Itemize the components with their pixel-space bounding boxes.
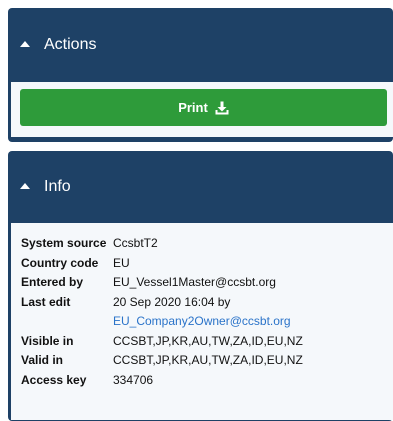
system-source-label: System source xyxy=(21,236,107,250)
caret-up-icon[interactable] xyxy=(20,41,30,47)
info-panel: Info System source CcsbtT2 Country code … xyxy=(8,151,393,421)
info-panel-body: System source CcsbtT2 Country code EU En… xyxy=(11,223,393,420)
info-row-access-key: Access key 334706 xyxy=(21,371,303,391)
caret-up-icon[interactable] xyxy=(20,183,30,189)
visible-in-label: Visible in xyxy=(21,333,74,348)
visible-in-value: CCSBT,JP,KR,AU,TW,ZA,ID,EU,NZ xyxy=(113,333,303,348)
country-code-label: Country code xyxy=(21,255,99,270)
page: Actions Print Info System source CcsbtT2… xyxy=(0,0,393,421)
print-button-label: Print xyxy=(178,100,208,115)
entered-by-label: Entered by xyxy=(21,275,84,289)
download-icon xyxy=(215,101,229,114)
info-row-last-edit-user: EU_Company2Owner@ccsbt.org xyxy=(21,312,303,332)
last-edit-user-link[interactable]: EU_Company2Owner@ccsbt.org xyxy=(113,314,291,328)
info-row-visible-in: Visible in CCSBT,JP,KR,AU,TW,ZA,ID,EU,NZ xyxy=(21,332,303,352)
valid-in-value: CCSBT,JP,KR,AU,TW,ZA,ID,EU,NZ xyxy=(113,353,303,367)
access-key-label: Access key xyxy=(21,372,87,387)
valid-in-label: Valid in xyxy=(21,353,64,367)
info-row-entered-by: Entered by EU_Vessel1Master@ccsbt.org xyxy=(21,273,303,293)
last-edit-user-cell: EU_Company2Owner@ccsbt.org xyxy=(113,312,303,332)
last-edit-label: Last edit xyxy=(21,294,71,309)
actions-panel-body: Print xyxy=(11,82,393,137)
info-table: System source CcsbtT2 Country code EU En… xyxy=(21,234,303,390)
info-panel-title: Info xyxy=(44,178,71,195)
last-edit-value: 20 Sep 2020 16:04 by xyxy=(113,294,231,309)
actions-panel-title: Actions xyxy=(44,36,97,53)
access-key-value: 334706 xyxy=(113,372,154,387)
info-row-country-code: Country code EU xyxy=(21,254,303,274)
country-code-value: EU xyxy=(113,255,130,270)
actions-panel-header[interactable]: Actions xyxy=(8,8,393,82)
info-row-last-edit: Last edit 20 Sep 2020 16:04 by xyxy=(21,293,303,313)
info-panel-header[interactable]: Info xyxy=(8,151,393,223)
system-source-value: CcsbtT2 xyxy=(113,236,158,250)
entered-by-value: EU_Vessel1Master@ccsbt.org xyxy=(113,275,276,289)
info-row-system-source: System source CcsbtT2 xyxy=(21,234,303,254)
print-button[interactable]: Print xyxy=(20,89,387,126)
actions-panel: Actions Print xyxy=(8,8,393,142)
empty-label xyxy=(21,312,113,332)
info-row-valid-in: Valid in CCSBT,JP,KR,AU,TW,ZA,ID,EU,NZ xyxy=(21,351,303,371)
